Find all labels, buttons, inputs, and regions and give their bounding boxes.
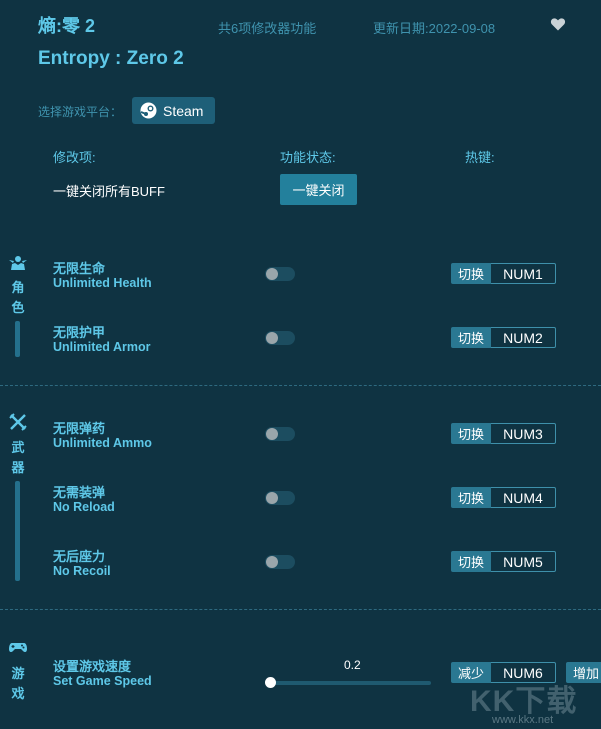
watermark-url: www.kkx.net bbox=[492, 714, 554, 726]
unlimited-health-toggle[interactable] bbox=[265, 267, 295, 281]
update-date: 更新日期:2022-09-08 bbox=[373, 21, 496, 36]
category-label-game: 游戏 bbox=[11, 666, 25, 701]
hotkey-key: NUM4 bbox=[491, 487, 556, 508]
speed-value: 0.2 bbox=[344, 658, 361, 672]
steam-label: Steam bbox=[163, 102, 204, 119]
hotkey-num4: 切换 NUM4 bbox=[451, 487, 556, 508]
item-name-cn: 无后座力 bbox=[53, 549, 106, 564]
speed-slider-track[interactable] bbox=[270, 681, 431, 685]
speed-slider-handle[interactable] bbox=[265, 677, 276, 688]
item-name-en: No Recoil bbox=[53, 564, 111, 578]
toggle-button[interactable]: 切换 bbox=[451, 423, 491, 444]
toggle-button[interactable]: 切换 bbox=[451, 487, 491, 508]
category-label-character: 角色 bbox=[11, 280, 25, 315]
item-name-en: Unlimited Health bbox=[53, 276, 152, 290]
header-item: 修改项: bbox=[53, 150, 96, 165]
category-bar-character bbox=[15, 321, 20, 357]
steam-platform-button[interactable]: Steam bbox=[132, 97, 215, 124]
item-name-en: No Reload bbox=[53, 500, 115, 514]
platform-label: 选择游戏平台： bbox=[38, 105, 123, 119]
item-name-cn: 无限弹药 bbox=[53, 421, 106, 436]
item-name-en: Set Game Speed bbox=[53, 674, 152, 688]
toggle-button[interactable]: 切换 bbox=[451, 551, 491, 572]
close-all-button[interactable]: 一键关闭 bbox=[280, 174, 357, 205]
favorite-heart-icon[interactable] bbox=[550, 16, 566, 32]
hotkey-num5: 切换 NUM5 bbox=[451, 551, 556, 572]
item-name-cn: 无限护甲 bbox=[53, 325, 106, 340]
toggle-button[interactable]: 切换 bbox=[451, 263, 491, 284]
hotkey-num2: 切换 NUM2 bbox=[451, 327, 556, 348]
hotkey-key: NUM3 bbox=[491, 423, 556, 444]
character-icon bbox=[9, 254, 27, 272]
close-all-label: 一键关闭所有BUFF bbox=[53, 184, 165, 199]
hotkey-key: NUM5 bbox=[491, 551, 556, 572]
item-name-cn: 设置游戏速度 bbox=[53, 659, 132, 674]
no-reload-toggle[interactable] bbox=[265, 491, 295, 505]
unlimited-ammo-toggle[interactable] bbox=[265, 427, 295, 441]
item-name-cn: 无限生命 bbox=[53, 261, 106, 276]
category-label-weapon: 武器 bbox=[11, 440, 25, 475]
game-title-cn: 熵:零 2 bbox=[38, 16, 96, 36]
item-name-en: Unlimited Armor bbox=[53, 340, 151, 354]
section-divider bbox=[0, 609, 601, 610]
unlimited-armor-toggle[interactable] bbox=[265, 331, 295, 345]
header-hotkey: 热键: bbox=[465, 150, 495, 165]
header-status: 功能状态: bbox=[280, 150, 336, 165]
item-name-cn: 无需装弹 bbox=[53, 485, 106, 500]
steam-icon bbox=[140, 102, 157, 119]
features-count: 共6项修改器功能 bbox=[218, 21, 317, 36]
weapon-icon bbox=[9, 413, 27, 431]
category-bar-weapon bbox=[15, 481, 20, 581]
hotkey-key: NUM2 bbox=[491, 327, 556, 348]
no-recoil-toggle[interactable] bbox=[265, 555, 295, 569]
toggle-button[interactable]: 切换 bbox=[451, 327, 491, 348]
hotkey-key: NUM1 bbox=[491, 263, 556, 284]
item-name-en: Unlimited Ammo bbox=[53, 436, 152, 450]
section-divider bbox=[0, 385, 601, 386]
hotkey-num3: 切换 NUM3 bbox=[451, 423, 556, 444]
gamepad-icon bbox=[9, 638, 27, 656]
hotkey-num1: 切换 NUM1 bbox=[451, 263, 556, 284]
game-title-en: Entropy : Zero 2 bbox=[38, 48, 184, 69]
